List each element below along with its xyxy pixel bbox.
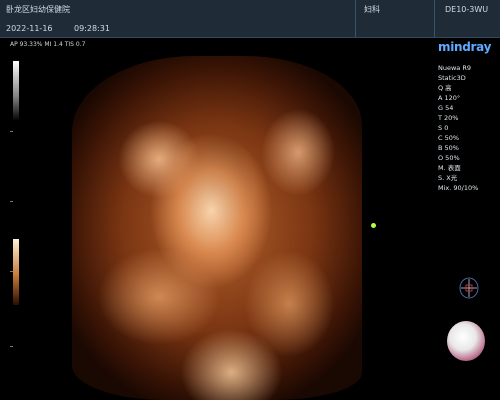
param-angle: A 120° [438,94,461,102]
param-mix: Mix. 90/10% [438,184,479,192]
param-quality: Q 高 [438,84,452,92]
acoustic-output-info: AP 93.33% MI 1.4 TIS 0.7 [10,41,86,48]
param-contrast: C 50% [438,134,460,142]
ultrasound-image-area[interactable] [10,51,428,400]
header-divider [355,0,356,37]
param-model: Nuewa R9 [438,64,471,72]
depth-tick [10,201,13,202]
depth-tick [10,346,13,347]
param-gain: G 54 [438,104,454,112]
orientation-cube-icon[interactable] [458,277,480,299]
param-smooth: S 0 [438,124,449,132]
hospital-name: 卧龙区妇幼保健院 [6,5,70,14]
grayscale-bar [13,61,19,121]
parameter-panel: mindray Nuewa R9 Static3D Q 高 A 120° G 5… [434,38,500,400]
header-divider [434,0,435,37]
probe-name[interactable]: DE10-3WU [445,5,488,15]
depth-tick [10,271,13,272]
exam-date: 2022-11-16 [6,24,53,33]
focus-marker-icon [371,223,376,228]
exam-time: 09:28:31 [74,24,110,33]
param-threshold: T 20% [438,114,459,122]
preview-sphere-icon[interactable] [447,321,485,361]
top-header-bar: 卧龙区妇幼保健院 2022-11-16 09:28:31 妇科 DE10-3WU [0,0,500,38]
param-mode: Static3D [438,74,466,82]
color-map-bar [13,239,19,305]
param-second-mode: S. X光 [438,174,458,182]
depth-tick [10,131,13,132]
param-opacity: O 50% [438,154,460,162]
param-brightness: B 50% [438,144,459,152]
param-render-mode: M. 表面 [438,164,461,172]
exam-mode[interactable]: 妇科 [364,5,380,15]
volume-render-image[interactable] [72,56,362,400]
brand-logo: mindray [438,40,492,54]
